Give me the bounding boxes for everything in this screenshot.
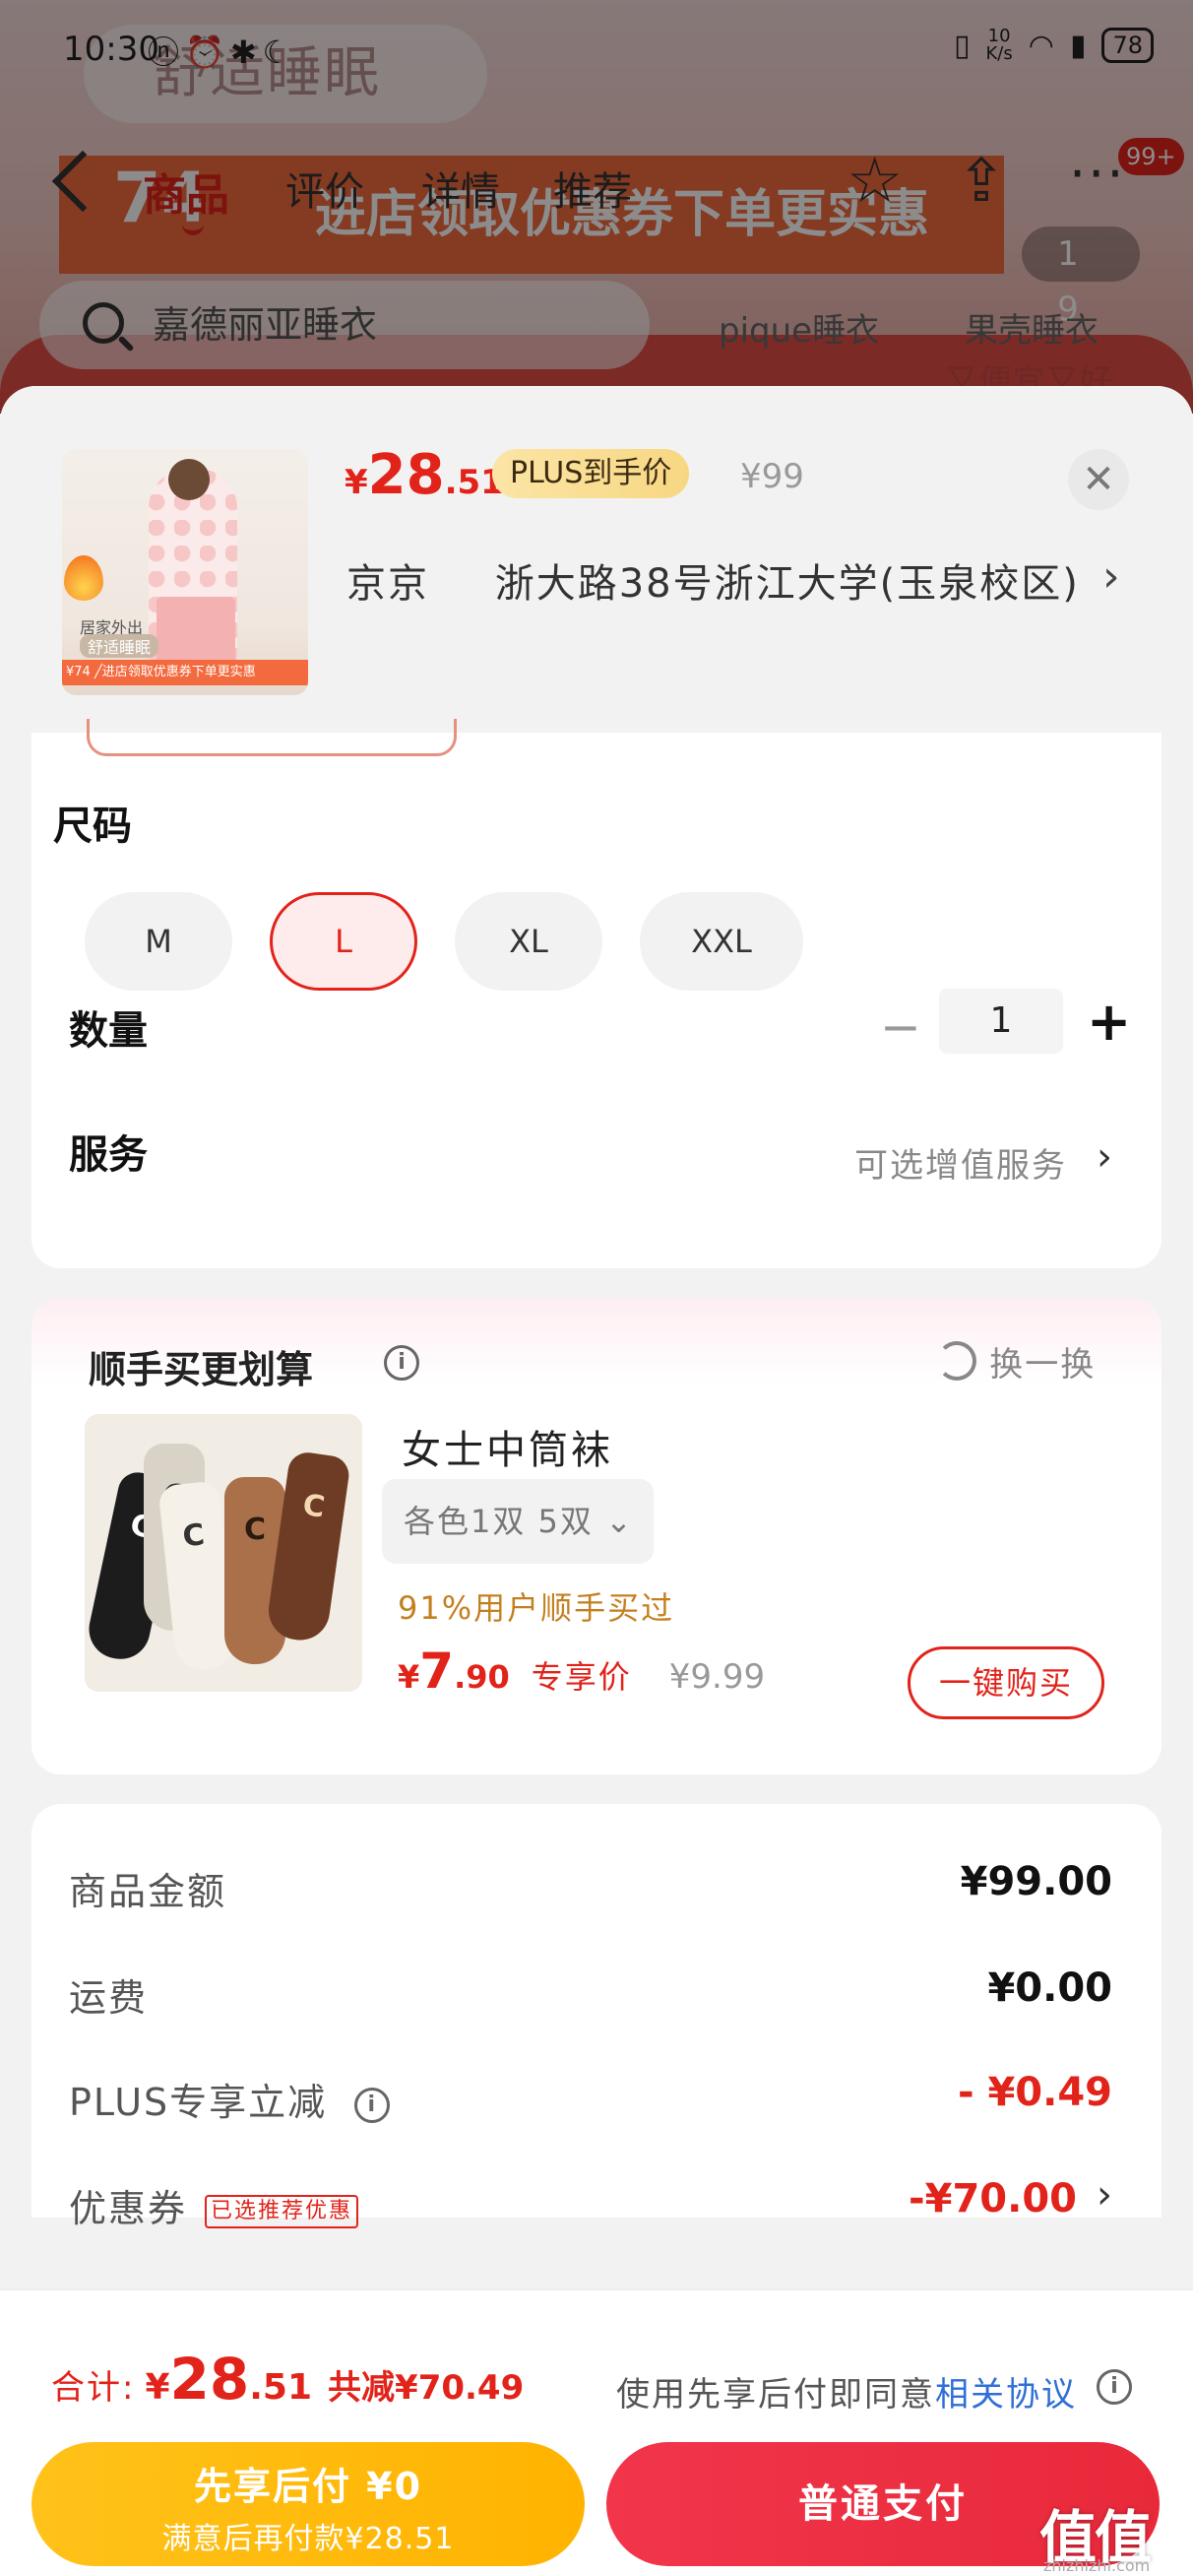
thumbnail-promo-strip: ¥74 ╱进店领取优惠券下单更实惠 [62,660,308,685]
bundle-variant-select[interactable]: 各色1双 5双 ⌄ [382,1479,654,1564]
agreement-text: 使用先享后付即同意 [616,2375,935,2415]
info-icon[interactable]: i [354,2087,391,2123]
bundle-was-price: ¥9.99 [668,1657,766,1697]
swap-label: 换一换 [989,1345,1097,1385]
flame-icon [64,555,103,601]
bnpl-subtitle: 满意后再付款¥28.51 [161,2522,455,2556]
original-price: ¥99 [740,457,804,496]
breakdown-value: ¥99.00 [960,1859,1112,1904]
size-option-xl[interactable]: XL [455,892,602,991]
breakdown-value: - ¥0.49 [957,2070,1112,2115]
address-city: 京京 [346,561,429,607]
buy-now-pay-later-button[interactable]: 先享后付 ¥0 满意后再付款¥28.51 [31,2442,585,2566]
price-integer: 28 [367,443,445,507]
breakdown-row-subtotal: 商品金额 ¥99.00 [69,1855,1112,1914]
close-icon[interactable]: ✕ [1068,449,1129,510]
breakdown-label: 商品金额 [69,1870,227,1913]
bundle-title: 顺手买更划算 [89,1348,314,1391]
bundle-exclusive-label: 专享价 [531,1658,632,1696]
chevron-right-icon[interactable]: › [1097,2172,1112,2218]
total-label: 合计: [51,2368,136,2408]
info-icon[interactable]: i [384,1345,419,1381]
total-integer: 28 [169,2346,250,2413]
size-option-m[interactable]: M [85,892,232,991]
modal-dim-overlay[interactable] [0,0,1193,414]
order-total: 合计: ¥ 28 .51 共减¥70.49 [51,2346,524,2413]
price-currency: ¥ [345,463,368,502]
sock-brown: C [265,1449,351,1644]
chevron-right-icon[interactable]: › [1097,1134,1112,1180]
swap-button[interactable]: 换一换 [939,1337,1096,1385]
sock-logo: C [244,1513,267,1547]
quantity-increase-button[interactable]: + [1087,991,1131,1053]
breakdown-row-shipping: 运费 ¥0.00 [69,1962,1112,2021]
one-click-buy-button[interactable]: 一键购买 [908,1646,1104,1719]
breakdown-value: ¥0.00 [987,1965,1112,2011]
breakdown-row-coupon[interactable]: 优惠券 已选推荐优惠 -¥70.00 › [69,2172,1112,2231]
total-saved: 共减¥70.49 [328,2368,525,2408]
total-decimal: .51 [249,2367,313,2408]
price-breakdown-card: 商品金额 ¥99.00 运费 ¥0.00 PLUS专享立减 i - ¥0.49 … [31,1804,1162,2230]
chevron-down-icon: ⌄ [605,1503,634,1540]
total-currency: ¥ [145,2367,170,2408]
bundle-product-name: 女士中筒袜 [402,1428,613,1473]
thumbnail-caption-2: 舒适睡眠 [80,634,159,658]
socks-product-image[interactable]: C C C C C [85,1414,362,1692]
size-section-title: 尺码 [53,804,132,849]
quantity-decrease-button[interactable]: − [880,998,921,1056]
variant-label: 各色1双 5双 [404,1503,594,1540]
breakdown-value: -¥70.00 [909,2176,1077,2222]
bundle-price-currency: ¥ [398,1658,420,1696]
plus-discount-label: PLUS专享立减 [69,2081,328,2124]
coupon-recommended-tag: 已选推荐优惠 [205,2194,359,2228]
delivery-address[interactable]: 京京 浙大路38号浙江大学(玉泉校区) [346,551,1080,609]
bundle-price: ¥ 7 .90 专享价 ¥9.99 [398,1642,765,1700]
purchase-options-sheet: 居家外出 舒适睡眠 ¥74 ╱进店领取优惠券下单更实惠 ¥ 28 .51 PLU… [0,386,1193,2576]
product-thumbnail[interactable]: 居家外出 舒适睡眠 ¥74 ╱进店领取优惠券下单更实惠 [62,449,308,695]
quantity-section-title: 数量 [69,1008,148,1054]
service-section-title: 服务 [69,1132,148,1178]
bnpl-title: 先享后付 ¥0 [193,2465,423,2508]
thumbnail-model-head [168,459,210,500]
coupon-label: 优惠券 [69,2187,188,2230]
size-option-l[interactable]: L [270,892,417,991]
size-option-xxl[interactable]: XXL [640,892,803,991]
agreement-link[interactable]: 相关协议 [935,2375,1077,2415]
plus-price-tag: PLUS到手价 [492,449,690,498]
info-icon[interactable]: i [1097,2369,1132,2405]
breakdown-row-plus-discount: PLUS专享立减 i - ¥0.49 [69,2066,1112,2125]
quantity-input[interactable]: 1 [939,989,1063,1054]
product-price: ¥ 28 .51 [345,443,504,507]
bundle-price-decimal: .90 [454,1658,510,1696]
bnpl-agreement: 使用先享后付即同意相关协议 [616,2367,1077,2415]
site-watermark-url: zhizhizhi.com [1043,2556,1151,2575]
bundle-recommendation-card: 顺手买更划算 i 换一换 C C C C C 女士中筒袜 各色1双 5双 ⌄ 9… [31,1298,1162,1774]
sock-logo: C [300,1488,328,1525]
bundle-price-integer: 7 [419,1642,455,1700]
breakdown-label: PLUS专享立减 i [69,2072,391,2126]
service-hint[interactable]: 可选增值服务 [854,1138,1067,1187]
breakdown-label: 优惠券 已选推荐优惠 [69,2178,359,2232]
bundle-social-proof: 91%用户顺手买过 [398,1589,675,1627]
breakdown-label: 运费 [69,1976,149,2020]
chevron-right-icon[interactable]: › [1102,551,1120,602]
color-option-partial[interactable] [87,719,457,756]
sheet-product-header: 居家外出 舒适睡眠 ¥74 ╱进店领取优惠券下单更实惠 ¥ 28 .51 PLU… [0,386,1193,733]
address-detail: 浙大路38号浙江大学(玉泉校区) [494,561,1080,607]
checkout-footer: 合计: ¥ 28 .51 共减¥70.49 使用先享后付即同意相关协议 i 先享… [0,2288,1193,2576]
sock-logo: C [180,1517,207,1555]
options-card: 尺码 M L XL XXL 数量 − 1 + 服务 可选增值服务 › [31,719,1162,1268]
